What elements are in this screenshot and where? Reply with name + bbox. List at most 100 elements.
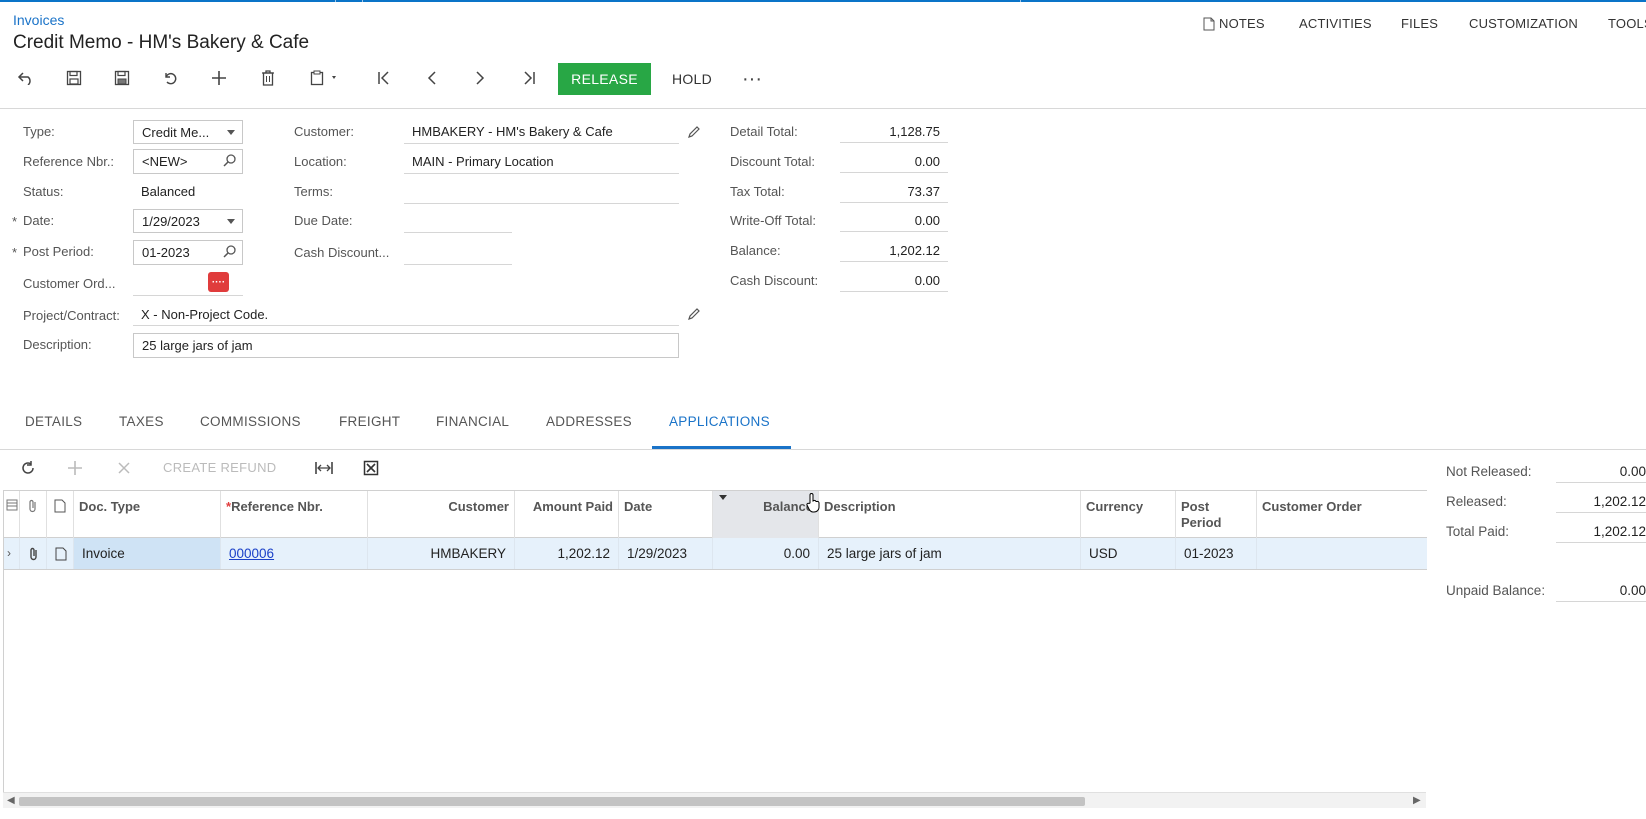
currency-cell[interactable]: USD [1081, 538, 1176, 569]
cash-discount-label: Cash Discount: [730, 273, 819, 288]
horizontal-scrollbar[interactable]: ◀ ▶ [3, 792, 1426, 808]
next-record-icon[interactable] [466, 66, 494, 90]
customer-order-header[interactable]: Customer Order [1257, 491, 1427, 538]
date-cell[interactable]: 1/29/2023 [619, 538, 713, 569]
reference-nbr-header[interactable]: *Reference Nbr. [221, 491, 368, 538]
date-header[interactable]: Date [619, 491, 713, 538]
customer-order-input[interactable]: ···· [133, 270, 243, 296]
last-record-icon[interactable] [515, 66, 543, 90]
description-cell[interactable]: 25 large jars of jam [819, 538, 1081, 569]
delete-row-icon[interactable] [110, 456, 138, 480]
page-title: Credit Memo - HM's Bakery & Cafe [13, 32, 310, 53]
reference-nbr-link[interactable]: 000006 [229, 546, 274, 561]
previous-record-icon[interactable] [418, 66, 446, 90]
date-input[interactable]: 1/29/2023 [133, 209, 243, 233]
tab-applications[interactable]: APPLICATIONS [669, 414, 770, 429]
edit-pencil-icon[interactable] [687, 307, 701, 321]
note-icon [1203, 17, 1215, 30]
reference-nbr-cell[interactable]: 000006 [221, 538, 368, 569]
unpaid-balance-value: 0.00 [1556, 580, 1646, 602]
release-button[interactable]: RELEASE [558, 63, 651, 95]
column-config-icon[interactable] [6, 499, 18, 511]
customer-order-cell[interactable] [1257, 538, 1427, 569]
hold-button[interactable]: HOLD [664, 63, 720, 95]
add-icon[interactable] [205, 66, 233, 90]
files-button[interactable]: FILES [1401, 16, 1438, 36]
amount-paid-cell[interactable]: 1,202.12 [515, 538, 619, 569]
save-icon[interactable] [108, 66, 136, 90]
post-period-header[interactable]: Post Period [1176, 491, 1257, 538]
grid-header: Doc. Type *Reference Nbr. Customer Amoun… [4, 490, 1427, 538]
balance-value: 1,202.12 [840, 240, 948, 262]
customization-button[interactable]: CUSTOMIZATION [1469, 16, 1578, 36]
post-period-input[interactable]: 01-2023 [133, 240, 243, 265]
tab-financial[interactable]: FINANCIAL [436, 414, 509, 429]
edit-pencil-icon[interactable] [687, 125, 701, 139]
balance-header[interactable]: Balance [713, 491, 819, 538]
error-indicator-icon[interactable]: ···· [208, 272, 229, 292]
due-date-input[interactable] [404, 209, 512, 233]
location-input[interactable]: MAIN - Primary Location [404, 150, 679, 174]
create-refund-button[interactable]: CREATE REFUND [163, 460, 276, 475]
reference-nbr-input[interactable]: <NEW> [133, 149, 243, 174]
currency-header[interactable]: Currency [1081, 491, 1176, 538]
fit-columns-icon[interactable] [310, 456, 338, 480]
tab-details[interactable]: DETAILS [25, 414, 82, 429]
search-icon[interactable] [222, 153, 238, 169]
reference-nbr-header-label: Reference Nbr. [231, 499, 323, 514]
search-icon[interactable] [222, 244, 238, 260]
more-actions-button[interactable]: ··· [738, 63, 766, 95]
amount-paid-header[interactable]: Amount Paid [515, 491, 619, 538]
table-row[interactable]: › Invoice 000006 HMBAKERY 1,202.12 1/29/… [4, 538, 1427, 570]
tab-taxes[interactable]: TAXES [119, 414, 164, 429]
breadcrumb[interactable]: Invoices [13, 12, 64, 28]
balance-cell[interactable]: 0.00 [713, 538, 819, 569]
description-input[interactable]: 25 large jars of jam [133, 333, 679, 358]
header-divider [0, 108, 1646, 109]
tools-button[interactable]: TOOLS [1608, 16, 1646, 36]
hand-cursor-icon [806, 493, 820, 513]
scrollbar-thumb[interactable] [19, 797, 1085, 806]
row-selector-header[interactable] [4, 491, 20, 538]
terms-input[interactable] [404, 180, 679, 204]
post-period-cell[interactable]: 01-2023 [1176, 538, 1257, 569]
cash-discount-date-label: Cash Discount... [294, 245, 390, 260]
paperclip-icon [29, 499, 36, 513]
back-icon[interactable] [12, 66, 40, 90]
cash-discount-value: 0.00 [840, 270, 948, 292]
save-close-icon[interactable] [60, 66, 88, 90]
expand-chevron-icon[interactable]: › [4, 538, 20, 569]
paperclip-icon[interactable] [20, 538, 47, 569]
note-icon[interactable] [47, 538, 74, 569]
delete-icon[interactable] [254, 66, 282, 90]
undo-icon[interactable] [156, 66, 184, 90]
doc-type-header[interactable]: Doc. Type [74, 491, 221, 538]
export-excel-icon[interactable] [357, 456, 385, 480]
discount-total-label: Discount Total: [730, 154, 816, 169]
tab-freight[interactable]: FREIGHT [339, 414, 400, 429]
scroll-right-icon[interactable]: ▶ [1413, 795, 1421, 806]
customer-cell[interactable]: HMBAKERY [368, 538, 515, 569]
notes-button[interactable]: NOTES [1203, 16, 1265, 36]
required-mark: * [12, 245, 18, 260]
first-record-icon[interactable] [370, 66, 398, 90]
clipboard-menu-icon[interactable] [303, 66, 347, 90]
doc-type-cell[interactable]: Invoice [74, 538, 221, 569]
applications-grid: Doc. Type *Reference Nbr. Customer Amoun… [3, 490, 1427, 792]
project-contract-input[interactable]: X - Non-Project Code. [133, 304, 679, 326]
balance-label: Balance: [730, 243, 781, 258]
customer-input[interactable]: HMBAKERY - HM's Bakery & Cafe [404, 120, 679, 144]
description-header[interactable]: Description [819, 491, 1081, 538]
tab-commissions[interactable]: COMMISSIONS [200, 414, 301, 429]
refresh-icon[interactable] [14, 456, 42, 480]
chevron-down-icon[interactable] [227, 219, 235, 224]
reference-nbr-label: Reference Nbr.: [23, 154, 115, 169]
activities-button[interactable]: ACTIVITIES [1299, 16, 1372, 36]
cash-discount-date-input[interactable] [404, 241, 512, 265]
add-row-icon[interactable] [61, 456, 89, 480]
type-select[interactable]: Credit Me... [133, 120, 243, 144]
status-label: Status: [23, 184, 64, 199]
tab-addresses[interactable]: ADDRESSES [546, 414, 632, 429]
customer-header[interactable]: Customer [368, 491, 515, 538]
scroll-left-icon[interactable]: ◀ [7, 795, 15, 806]
